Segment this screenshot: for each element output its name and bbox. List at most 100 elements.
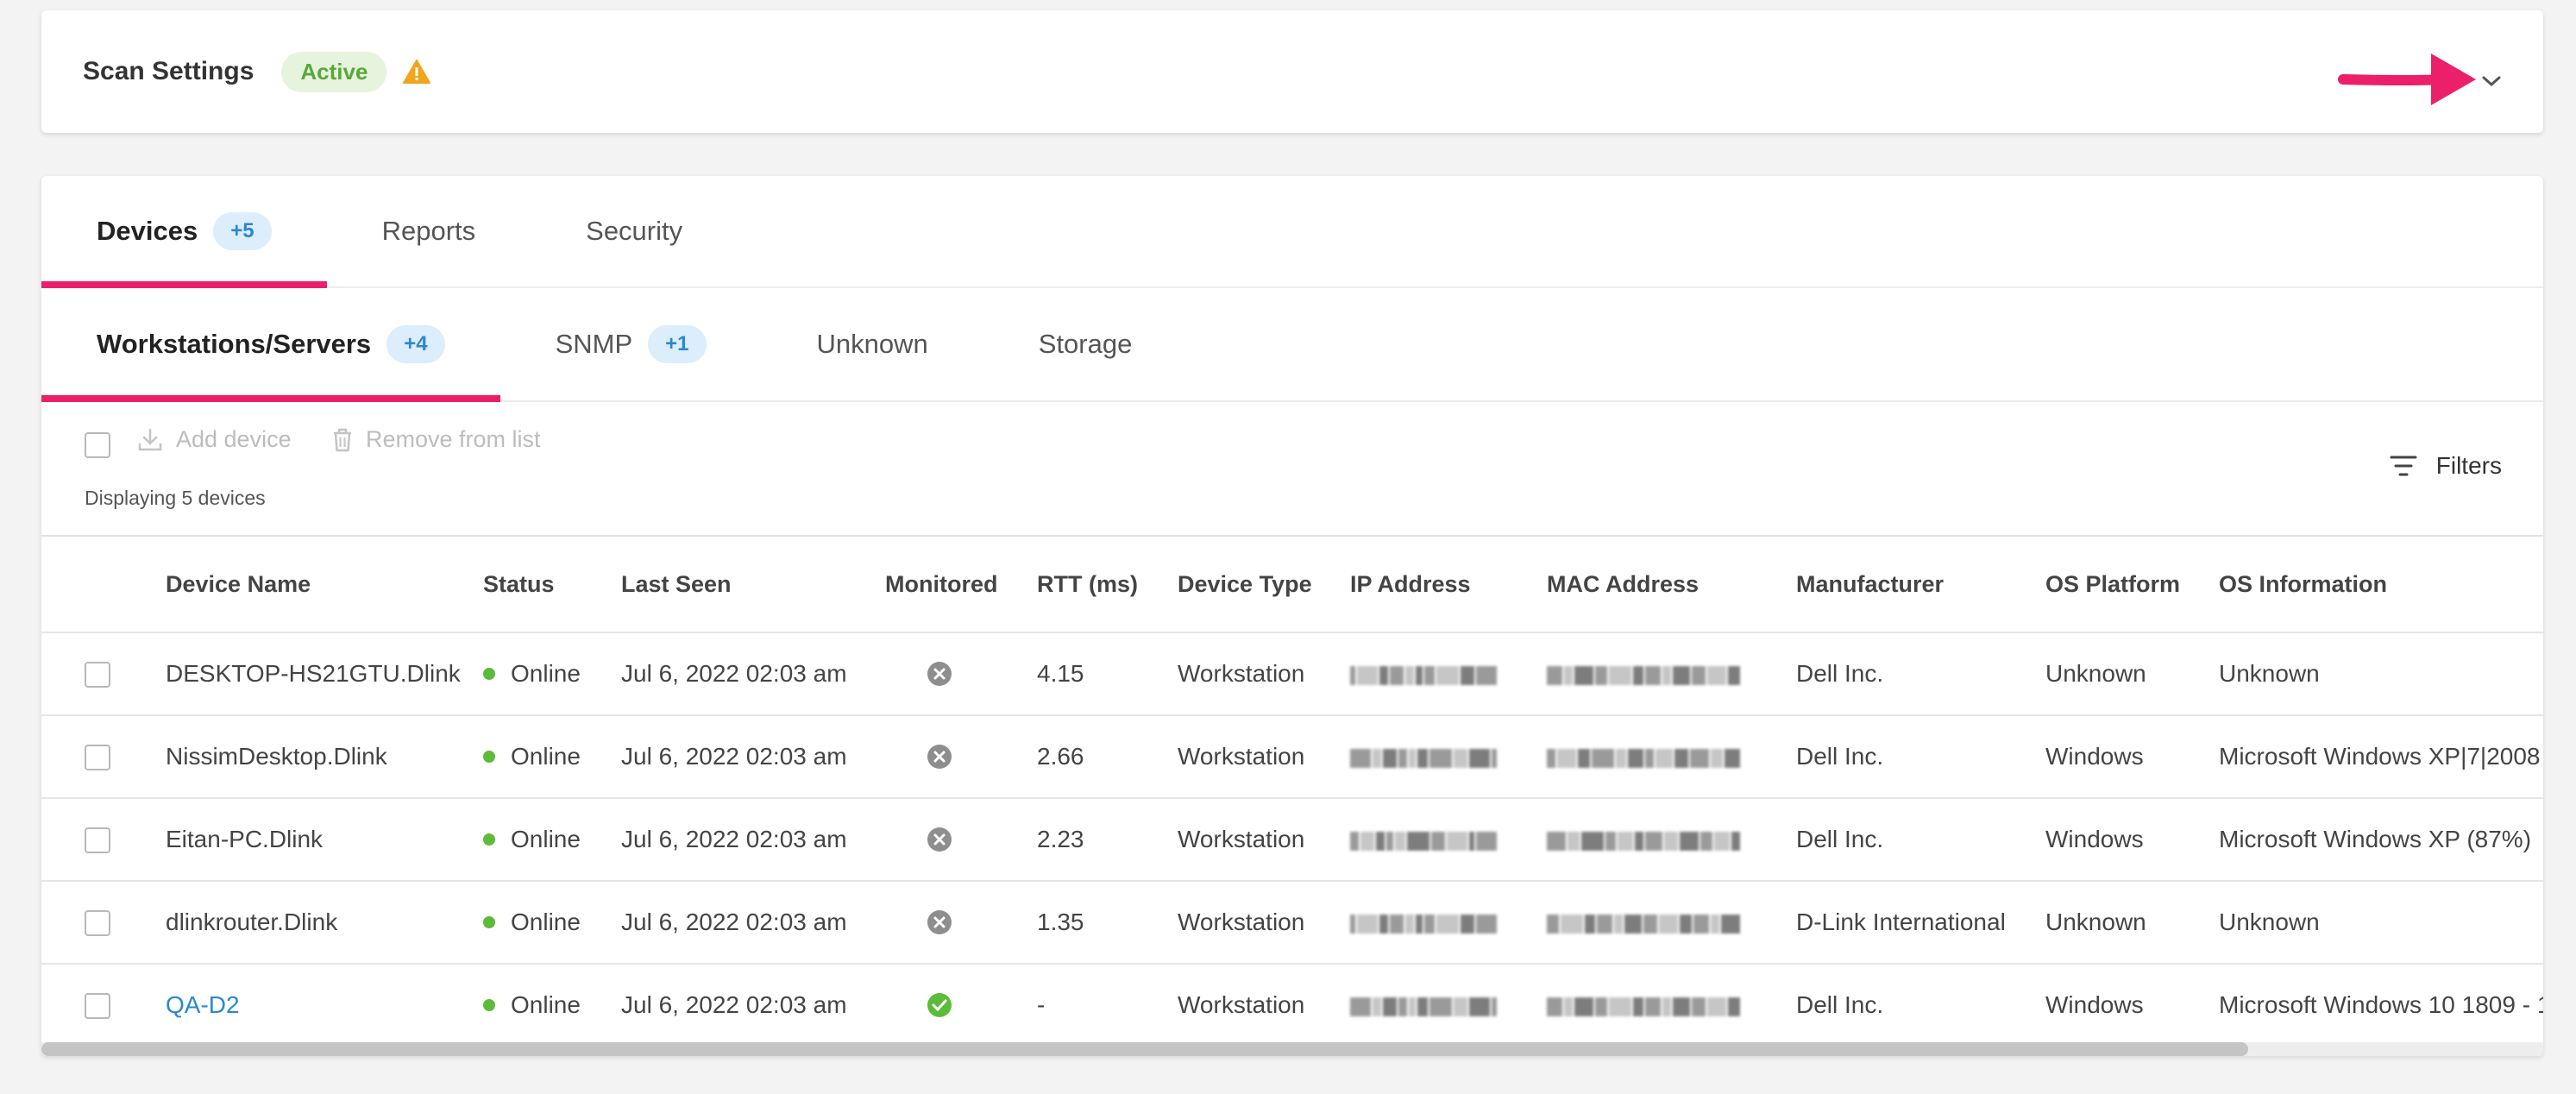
device-type: Workstation	[1178, 826, 1305, 852]
x-circle-icon	[927, 910, 952, 934]
rtt-value: 2.66	[1037, 743, 1084, 770]
remove-from-list-button[interactable]: Remove from list	[331, 426, 541, 453]
table-row[interactable]: dlinkrouter.Dlink Online Jul 6, 2022 02:03…	[41, 882, 2543, 965]
tab-snmp[interactable]: SNMP +1	[500, 288, 762, 400]
horizontal-scrollbar-thumb[interactable]	[41, 1042, 2248, 1056]
device-name: DESKTOP-HS21GTU.Dlink	[166, 660, 461, 687]
row-checkbox[interactable]	[85, 745, 110, 770]
warning-triangle-icon	[403, 60, 431, 84]
tab-label: Devices	[97, 216, 198, 246]
os-platform: Windows	[2045, 991, 2144, 1018]
row-checkbox[interactable]	[85, 662, 110, 688]
x-circle-icon	[927, 745, 952, 769]
header-rtt[interactable]: RTT (ms)	[1037, 537, 1138, 632]
row-checkbox[interactable]	[85, 993, 110, 1019]
online-dot-icon	[483, 751, 495, 763]
primary-tabs: Devices +5 Reports Security	[41, 176, 2543, 288]
last-seen: Jul 6, 2022 02:03 am	[621, 826, 847, 852]
device-name[interactable]: QA-D2	[166, 965, 240, 1046]
chevron-down-icon	[2482, 76, 2501, 87]
filters-button[interactable]: Filters	[2390, 452, 2502, 480]
tab-label: Security	[586, 216, 683, 246]
header-last-seen[interactable]: Last Seen	[621, 537, 732, 632]
monitored-cell	[927, 716, 952, 797]
header-device-type[interactable]: Device Type	[1178, 537, 1312, 632]
device-name: dlinkrouter.Dlink	[166, 909, 338, 935]
scan-status-badge: Active	[281, 51, 387, 92]
tab-storage[interactable]: Storage	[983, 288, 1188, 400]
tab-security[interactable]: Security	[531, 176, 738, 286]
device-type: Workstation	[1178, 660, 1305, 687]
os-platform: Windows	[2045, 743, 2144, 770]
secondary-tabs: Workstations/Servers +4 SNMP +1 Unknown …	[41, 288, 2543, 402]
table-row[interactable]: Eitan-PC.Dlink Online Jul 6, 2022 02:03 am…	[41, 799, 2543, 882]
manufacturer: Dell Inc.	[1796, 826, 1884, 852]
header-status[interactable]: Status	[483, 537, 555, 632]
monitored-cell	[927, 633, 952, 714]
os-information: Unknown	[2219, 660, 2320, 687]
mac-address-redacted	[1547, 746, 1742, 768]
table-row[interactable]: DESKTOP-HS21GTU.Dlink Online Jul 6, 2022 0…	[41, 633, 2543, 716]
row-checkbox[interactable]	[85, 827, 110, 853]
last-seen: Jul 6, 2022 02:03 am	[621, 743, 847, 770]
manufacturer: D-Link International	[1796, 909, 2006, 935]
expand-scan-settings-button[interactable]	[2476, 66, 2507, 97]
ip-address-redacted	[1350, 829, 1498, 851]
device-type: Workstation	[1178, 909, 1305, 935]
mac-address-redacted	[1547, 912, 1742, 934]
ip-address-redacted	[1350, 746, 1498, 768]
tab-devices[interactable]: Devices +5	[41, 176, 327, 288]
device-type: Workstation	[1178, 743, 1305, 770]
ip-address-redacted	[1350, 663, 1498, 685]
header-os-information[interactable]: OS Information	[2219, 537, 2387, 632]
mac-address-cell	[1547, 799, 1742, 880]
header-device-name[interactable]: Device Name	[166, 537, 311, 632]
mac-address-cell	[1547, 882, 1742, 963]
online-dot-icon	[483, 833, 495, 846]
tab-reports[interactable]: Reports	[327, 176, 531, 286]
mac-address-cell	[1547, 716, 1742, 797]
select-all-checkbox[interactable]	[85, 432, 110, 458]
tab-label: Storage	[1038, 329, 1133, 359]
horizontal-scrollbar[interactable]	[41, 1042, 2543, 1056]
monitored-cell	[927, 799, 952, 880]
mac-address-redacted	[1547, 663, 1742, 685]
mac-address-redacted	[1547, 995, 1742, 1016]
online-dot-icon	[483, 916, 495, 928]
status-cell: Online	[483, 965, 581, 1046]
mac-address-redacted	[1547, 829, 1742, 851]
header-os-platform[interactable]: OS Platform	[2045, 537, 2180, 632]
x-circle-icon	[927, 662, 952, 686]
ip-address-cell	[1350, 716, 1498, 797]
tab-label: SNMP	[555, 329, 633, 359]
mac-address-cell	[1547, 965, 1742, 1046]
status-text: Online	[511, 743, 581, 770]
monitored-cell	[927, 965, 952, 1046]
add-device-button[interactable]: Add device	[136, 426, 292, 453]
rtt-value: 4.15	[1037, 660, 1084, 687]
row-checkbox[interactable]	[85, 910, 110, 936]
scan-settings-card: Scan Settings Active	[41, 10, 2543, 133]
status-text: Online	[511, 826, 581, 852]
header-manufacturer[interactable]: Manufacturer	[1796, 537, 1944, 632]
header-mac-address[interactable]: MAC Address	[1547, 537, 1699, 632]
header-ip-address[interactable]: IP Address	[1350, 537, 1471, 632]
os-platform: Unknown	[2045, 909, 2146, 935]
device-type: Workstation	[1178, 991, 1305, 1018]
add-device-label: Add device	[176, 426, 292, 452]
tab-unknown[interactable]: Unknown	[762, 288, 983, 400]
status-cell: Online	[483, 633, 581, 714]
displaying-count: Displaying 5 devices	[85, 487, 266, 509]
tab-count-badge: +1	[648, 325, 707, 363]
table-row[interactable]: NissimDesktop.Dlink Online Jul 6, 2022 02:…	[41, 716, 2543, 799]
last-seen: Jul 6, 2022 02:03 am	[621, 909, 847, 935]
tab-workstations-servers[interactable]: Workstations/Servers +4	[41, 288, 500, 402]
tab-label: Workstations/Servers	[97, 329, 372, 359]
header-monitored[interactable]: Monitored	[885, 537, 997, 632]
rtt-value: 1.35	[1037, 909, 1084, 935]
table-row[interactable]: QA-D2 Online Jul 6, 2022 02:03 am - Workstat…	[41, 965, 2543, 1047]
ip-address-cell	[1350, 882, 1498, 963]
online-dot-icon	[483, 999, 495, 1011]
scan-settings-title: Scan Settings	[83, 57, 254, 85]
tab-label: Unknown	[816, 329, 928, 359]
